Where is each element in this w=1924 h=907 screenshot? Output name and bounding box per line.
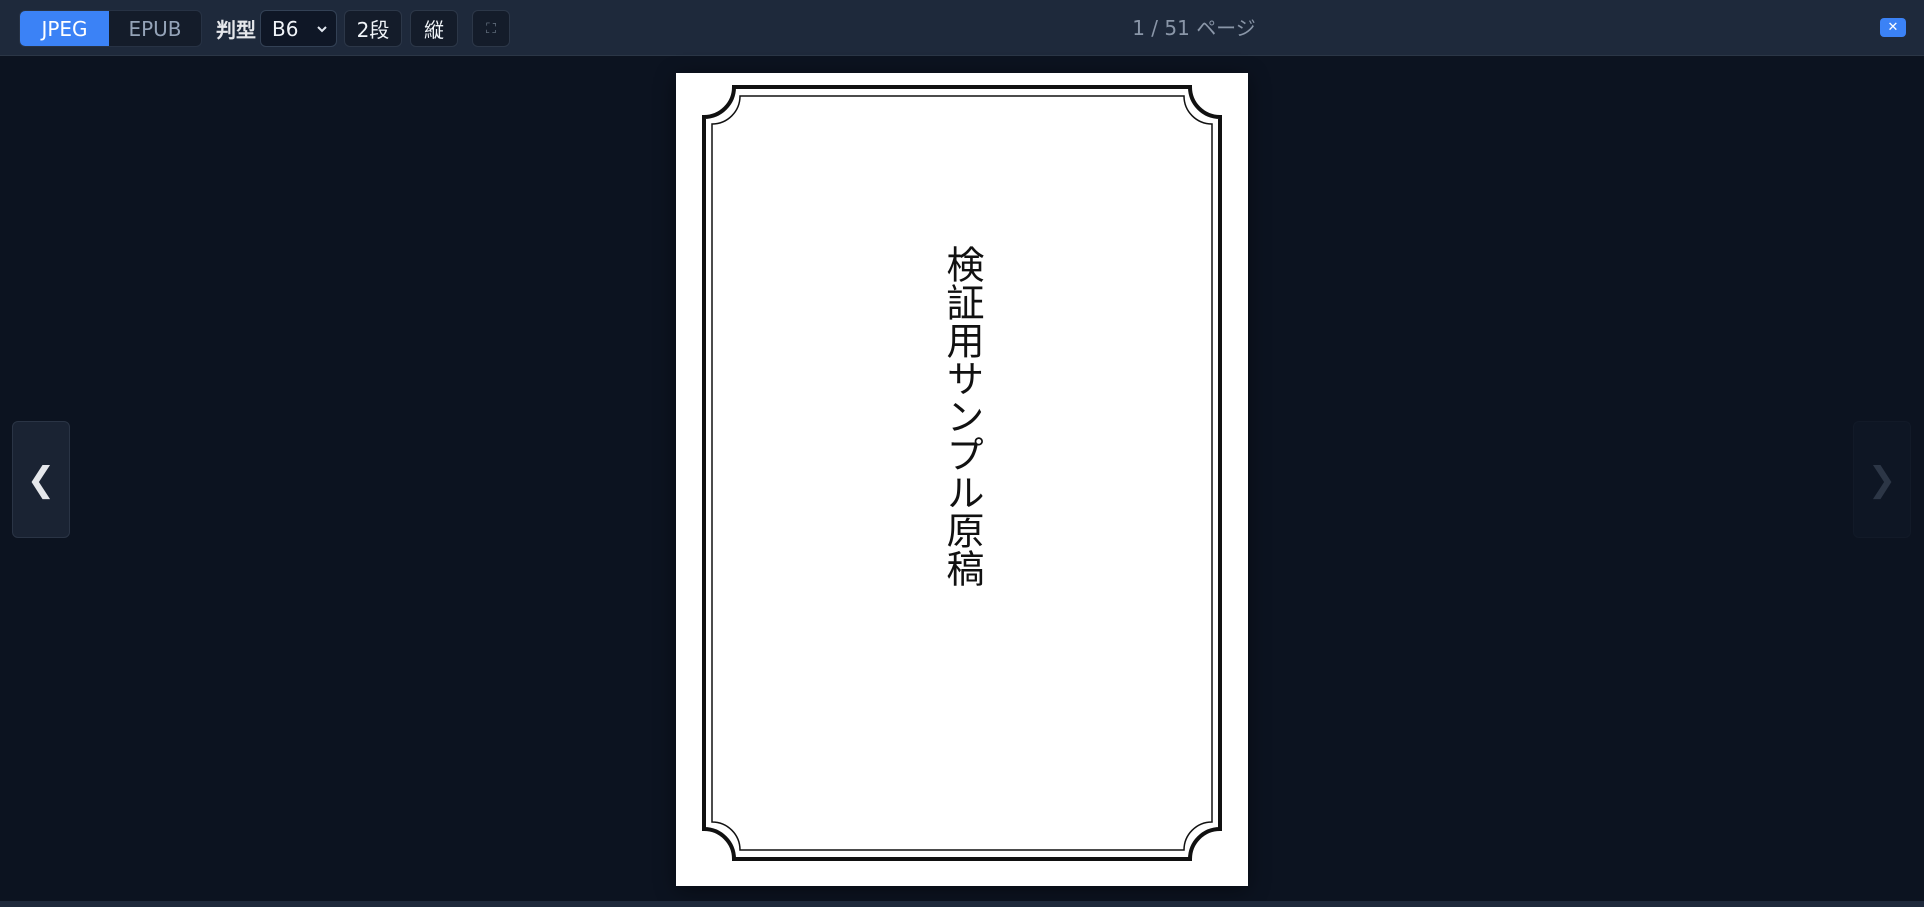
prev-page-button[interactable]: ❮	[12, 421, 70, 538]
close-button[interactable]: ✕	[1880, 18, 1906, 37]
format-toggle: JPEG EPUB	[19, 10, 202, 47]
page-preview: 検証用サンプル原稿	[676, 73, 1248, 886]
format-jpeg-button[interactable]: JPEG	[20, 11, 110, 46]
close-icon: ✕	[1887, 20, 1899, 35]
columns-button[interactable]: 2段	[344, 10, 402, 47]
chevron-down-icon	[316, 19, 328, 43]
next-page-button[interactable]: ❯	[1853, 421, 1911, 538]
size-select-value: B6	[272, 16, 299, 41]
bottom-bar	[0, 901, 1924, 907]
page-title: 検証用サンプル原稿	[940, 245, 984, 587]
size-label: 判型	[216, 17, 256, 42]
format-epub-button[interactable]: EPUB	[109, 11, 201, 46]
chevron-right-icon: ❯	[1867, 459, 1897, 500]
size-select[interactable]: B6	[260, 10, 337, 47]
chevron-left-icon: ❮	[26, 459, 56, 500]
vertical-button[interactable]: 縦	[410, 10, 458, 47]
fullscreen-button[interactable]: ⛶	[472, 10, 510, 47]
fullscreen-icon: ⛶	[486, 20, 496, 37]
toolbar: JPEG EPUB 判型 B6 2段 縦 ⛶ 1 / 51 ページ ✕	[0, 0, 1924, 56]
page-counter: 1 / 51 ページ	[1132, 16, 1256, 40]
